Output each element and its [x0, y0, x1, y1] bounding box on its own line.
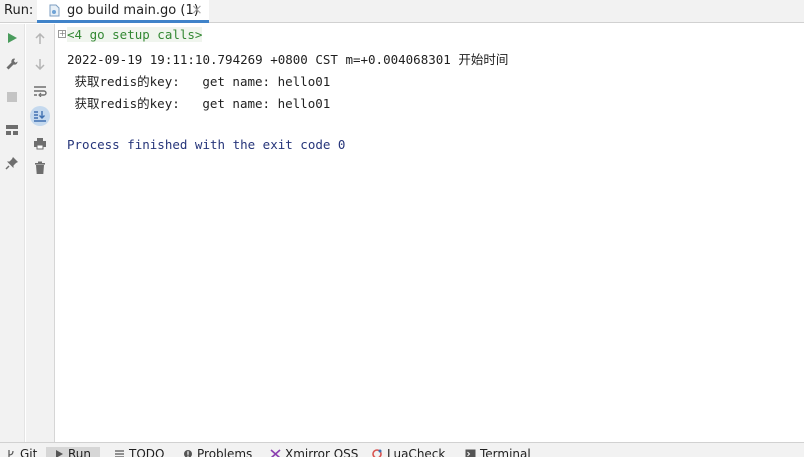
terminal-icon — [465, 449, 476, 457]
run-label: Run: — [4, 3, 34, 18]
xmirror-icon — [270, 449, 281, 457]
run-actions-toolbar — [0, 24, 25, 442]
tab-label: Git — [20, 447, 38, 457]
tab-go-build-main[interactable]: go build main.go (1) × — [37, 0, 209, 23]
tab-label: Problems — [197, 447, 253, 457]
arrow-down-icon — [30, 54, 50, 74]
luacheck-icon — [372, 449, 382, 457]
problems-icon — [184, 450, 192, 457]
tab-label: TODO — [129, 447, 165, 457]
exit-status-line: Process finished with the exit code 0 — [67, 137, 346, 152]
tab-git[interactable]: Git — [6, 447, 37, 457]
tab-xmirror-oss[interactable]: Xmirror OSS — [270, 447, 358, 457]
tab-luacheck[interactable]: LuaCheck — [372, 447, 445, 457]
tab-label: LuaCheck — [387, 447, 446, 457]
console-line: 获取redis的key: get name: hello01 — [67, 74, 331, 89]
play-icon[interactable] — [2, 28, 22, 48]
pin-icon[interactable] — [2, 153, 22, 173]
console-line: 获取redis的key: get name: hello01 — [67, 96, 331, 111]
close-icon[interactable]: × — [191, 2, 203, 18]
setup-calls-folded[interactable]: <4 go setup calls> — [67, 27, 203, 42]
tool-window-bar: Git Run TODO Problems Xmirror OSS LuaChe… — [0, 442, 804, 457]
git-branch-icon — [8, 450, 14, 457]
scroll-to-end-icon[interactable] — [30, 106, 50, 126]
stop-icon — [2, 87, 22, 107]
wrench-icon[interactable] — [2, 54, 22, 74]
tab-label: Terminal — [480, 447, 531, 457]
run-icon — [56, 450, 63, 457]
print-icon[interactable] — [30, 133, 50, 153]
tab-problems[interactable]: Problems — [183, 447, 252, 457]
arrow-up-icon — [30, 29, 50, 49]
console-toolbar — [26, 24, 55, 442]
console-output[interactable]: + <4 go setup calls> 2022-09-19 19:11:10… — [56, 24, 804, 442]
list-icon — [115, 450, 124, 457]
console-line: 2022-09-19 19:11:10.794269 +0800 CST m=+… — [67, 52, 509, 67]
run-tool-window-header: Run: go build main.go (1) × — [0, 0, 804, 23]
fold-expand-icon[interactable]: + — [58, 30, 66, 38]
tab-terminal[interactable]: Terminal — [465, 447, 531, 457]
tab-run[interactable]: Run — [46, 447, 100, 457]
tab-label: go build main.go (1) — [67, 3, 199, 18]
go-file-icon — [49, 4, 60, 17]
tab-label: Xmirror OSS — [285, 447, 359, 457]
trash-icon[interactable] — [30, 158, 50, 178]
tab-label: Run — [68, 447, 92, 457]
tab-todo[interactable]: TODO — [114, 447, 164, 457]
layout-icon[interactable] — [2, 120, 22, 140]
soft-wrap-icon[interactable] — [30, 81, 50, 101]
